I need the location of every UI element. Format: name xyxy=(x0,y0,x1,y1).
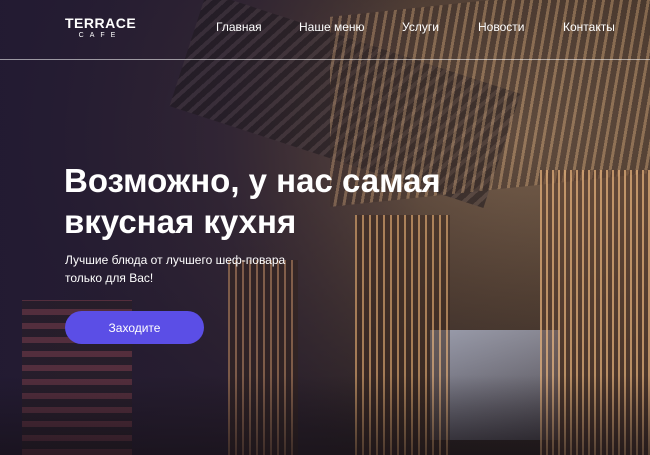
enter-button[interactable]: Заходите xyxy=(65,311,204,344)
floor-shade xyxy=(0,375,650,455)
nav-item-services[interactable]: Услуги xyxy=(402,20,439,34)
hero-title-line-2: вкусная кухня xyxy=(64,203,297,240)
main-nav: Главная Наше меню Услуги Новости Контакт… xyxy=(0,20,650,36)
hero-subtitle-line-1: Лучшие блюда от лучшего шеф-повара xyxy=(65,253,286,267)
nav-item-news[interactable]: Новости xyxy=(478,20,524,34)
hero-title: Возможно, у нас самая вкусная кухня xyxy=(64,160,484,242)
nav-item-menu[interactable]: Наше меню xyxy=(299,20,365,34)
hero-subtitle: Лучшие блюда от лучшего шеф-повара тольк… xyxy=(65,251,305,287)
nav-item-home[interactable]: Главная xyxy=(216,20,262,34)
site-header: TERRACE CAFE Главная Наше меню Услуги Но… xyxy=(0,0,650,60)
nav-item-contacts[interactable]: Контакты xyxy=(563,20,615,34)
hero-subtitle-line-2: только для Вас! xyxy=(65,271,154,285)
hero-title-line-1: Возможно, у нас самая xyxy=(64,162,441,199)
